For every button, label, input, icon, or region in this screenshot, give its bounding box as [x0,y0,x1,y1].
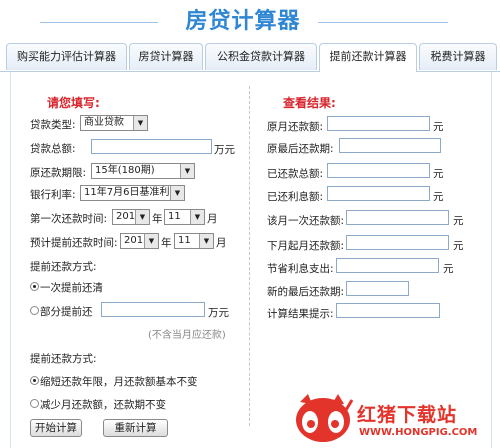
title-line-left [40,22,158,23]
result-label-hint: 计算结果提示: [267,308,334,320]
loan-total-unit: 万元 [214,144,235,156]
header: 房贷计算器 [0,0,500,38]
tab-provident-fund[interactable]: 公积金贷款计算器 [205,43,317,70]
result-lump-payment-field [346,210,449,225]
loan-type-select[interactable]: 商业贷款 ▼ [80,115,148,131]
chevron-down-icon: ▼ [144,234,158,248]
tab-mortgage[interactable]: 房贷计算器 [129,43,203,70]
page-title: 房贷计算器 [185,9,301,34]
tab-bar: 购买能力评估计算器 房贷计算器 公积金贷款计算器 提前还款计算器 税费计算器 [0,43,500,72]
first-pay-month-unit: 月 [207,213,218,225]
result-label-paid-interest: 已还利息额: [267,191,324,203]
result-paid-total-field [327,163,430,178]
result-label-orig-last-period: 原最后还款期: [267,143,334,155]
rate-label: 银行利率: [30,189,76,201]
result-orig-last-period-field [339,138,441,153]
loan-type-value: 商业贷款 [84,117,124,128]
partial-amount-input[interactable] [101,302,205,317]
chevron-down-icon: ▼ [133,116,147,130]
radio-partial-prepay[interactable] [30,306,39,315]
method2-label: 提前还款方式: [30,353,97,365]
radio-shorten-term[interactable] [30,376,39,385]
result-orig-monthly-field [327,116,430,131]
result-paid-interest-field [327,186,430,201]
plan-pay-month-unit: 月 [216,237,227,249]
reset-button[interactable]: 重新计算 [103,419,168,437]
chevron-down-icon: ▼ [180,164,194,178]
result-label-lump-payment: 该月一次还款额: [267,215,345,227]
pig-logo-icon [296,394,354,442]
plan-pay-month-select[interactable]: 11 ▼ [174,233,214,249]
orig-term-label: 原还款期限: [30,167,87,179]
result-unit-paid-total: 元 [433,168,444,180]
chevron-down-icon: ▼ [190,210,204,224]
start-button[interactable]: 开始计算 [30,419,82,437]
chevron-down-icon: ▼ [199,234,213,248]
tab-prepayment[interactable]: 提前还款计算器 [319,43,417,72]
plan-pay-label: 预计提前还款时间: [30,237,118,249]
result-unit-lump-payment: 元 [453,215,464,227]
plan-pay-year-select[interactable]: 2013 ▼ [120,233,159,249]
radio-partial-prepay-label: 部分提前还 [40,306,93,318]
result-unit-next-monthly: 元 [453,240,464,252]
result-new-last-period-field [346,281,409,296]
result-unit-orig-monthly: 元 [433,121,444,133]
first-pay-year-select[interactable]: 2013 ▼ [112,209,150,225]
rate-select[interactable]: 11年7月6日基准利率 ▼ [80,185,185,201]
result-label-paid-total: 已还款总额: [267,168,324,180]
first-pay-month-value: 11 [168,211,181,222]
plan-pay-year-unit: 年 [161,237,172,249]
plan-pay-month-value: 11 [178,235,191,246]
partial-amount-unit: 万元 [208,307,229,319]
radio-full-prepay[interactable] [30,282,39,291]
first-pay-label: 第一次还款时间: [30,213,108,225]
partial-note: (不含当月应还款) [148,330,226,341]
orig-term-select[interactable]: 15年(180期) ▼ [91,163,195,179]
radio-shorten-term-label: 缩短还款年限，月还款额基本不变 [40,376,198,388]
orig-term-value: 15年(180期) [95,165,155,176]
first-pay-year-unit: 年 [152,213,163,225]
result-next-monthly-field [346,235,449,250]
radio-full-prepay-label: 一次提前还清 [40,282,103,294]
title-line-right [318,22,448,23]
column-divider [249,86,250,426]
watermark-text: 红猪下载站 [357,404,458,426]
tab-affordability[interactable]: 购买能力评估计算器 [6,43,127,70]
method-label: 提前还款方式: [30,261,97,273]
result-label-next-monthly: 下月起月还款额: [267,240,345,252]
chevron-down-icon: ▼ [135,210,149,224]
input-section-title: 请您填写: [47,96,100,110]
tab-tax[interactable]: 税费计算器 [419,43,497,70]
loan-total-label: 贷款总额: [30,143,76,155]
result-label-new-last-period: 新的最后还款期: [267,286,345,298]
radio-reduce-payment[interactable] [30,399,39,408]
loan-total-input[interactable] [91,139,212,154]
rate-value: 11年7月6日基准利率 [84,187,180,198]
radio-reduce-payment-label: 减少月还款额，还款期不变 [40,399,166,411]
watermark-url: WWW.HONGPIG.COM [359,427,478,438]
result-hint-field [336,303,440,318]
loan-type-label: 贷款类型: [30,119,76,131]
result-label-orig-monthly: 原月还款额: [267,121,324,133]
result-label-interest-saved: 节省利息支出: [267,263,334,275]
result-section-title: 查看结果: [283,96,336,110]
result-interest-saved-field [336,258,439,273]
chevron-down-icon: ▼ [170,186,184,200]
first-pay-month-select[interactable]: 11 ▼ [164,209,205,225]
result-unit-interest-saved: 元 [443,263,454,275]
result-unit-paid-interest: 元 [433,191,444,203]
